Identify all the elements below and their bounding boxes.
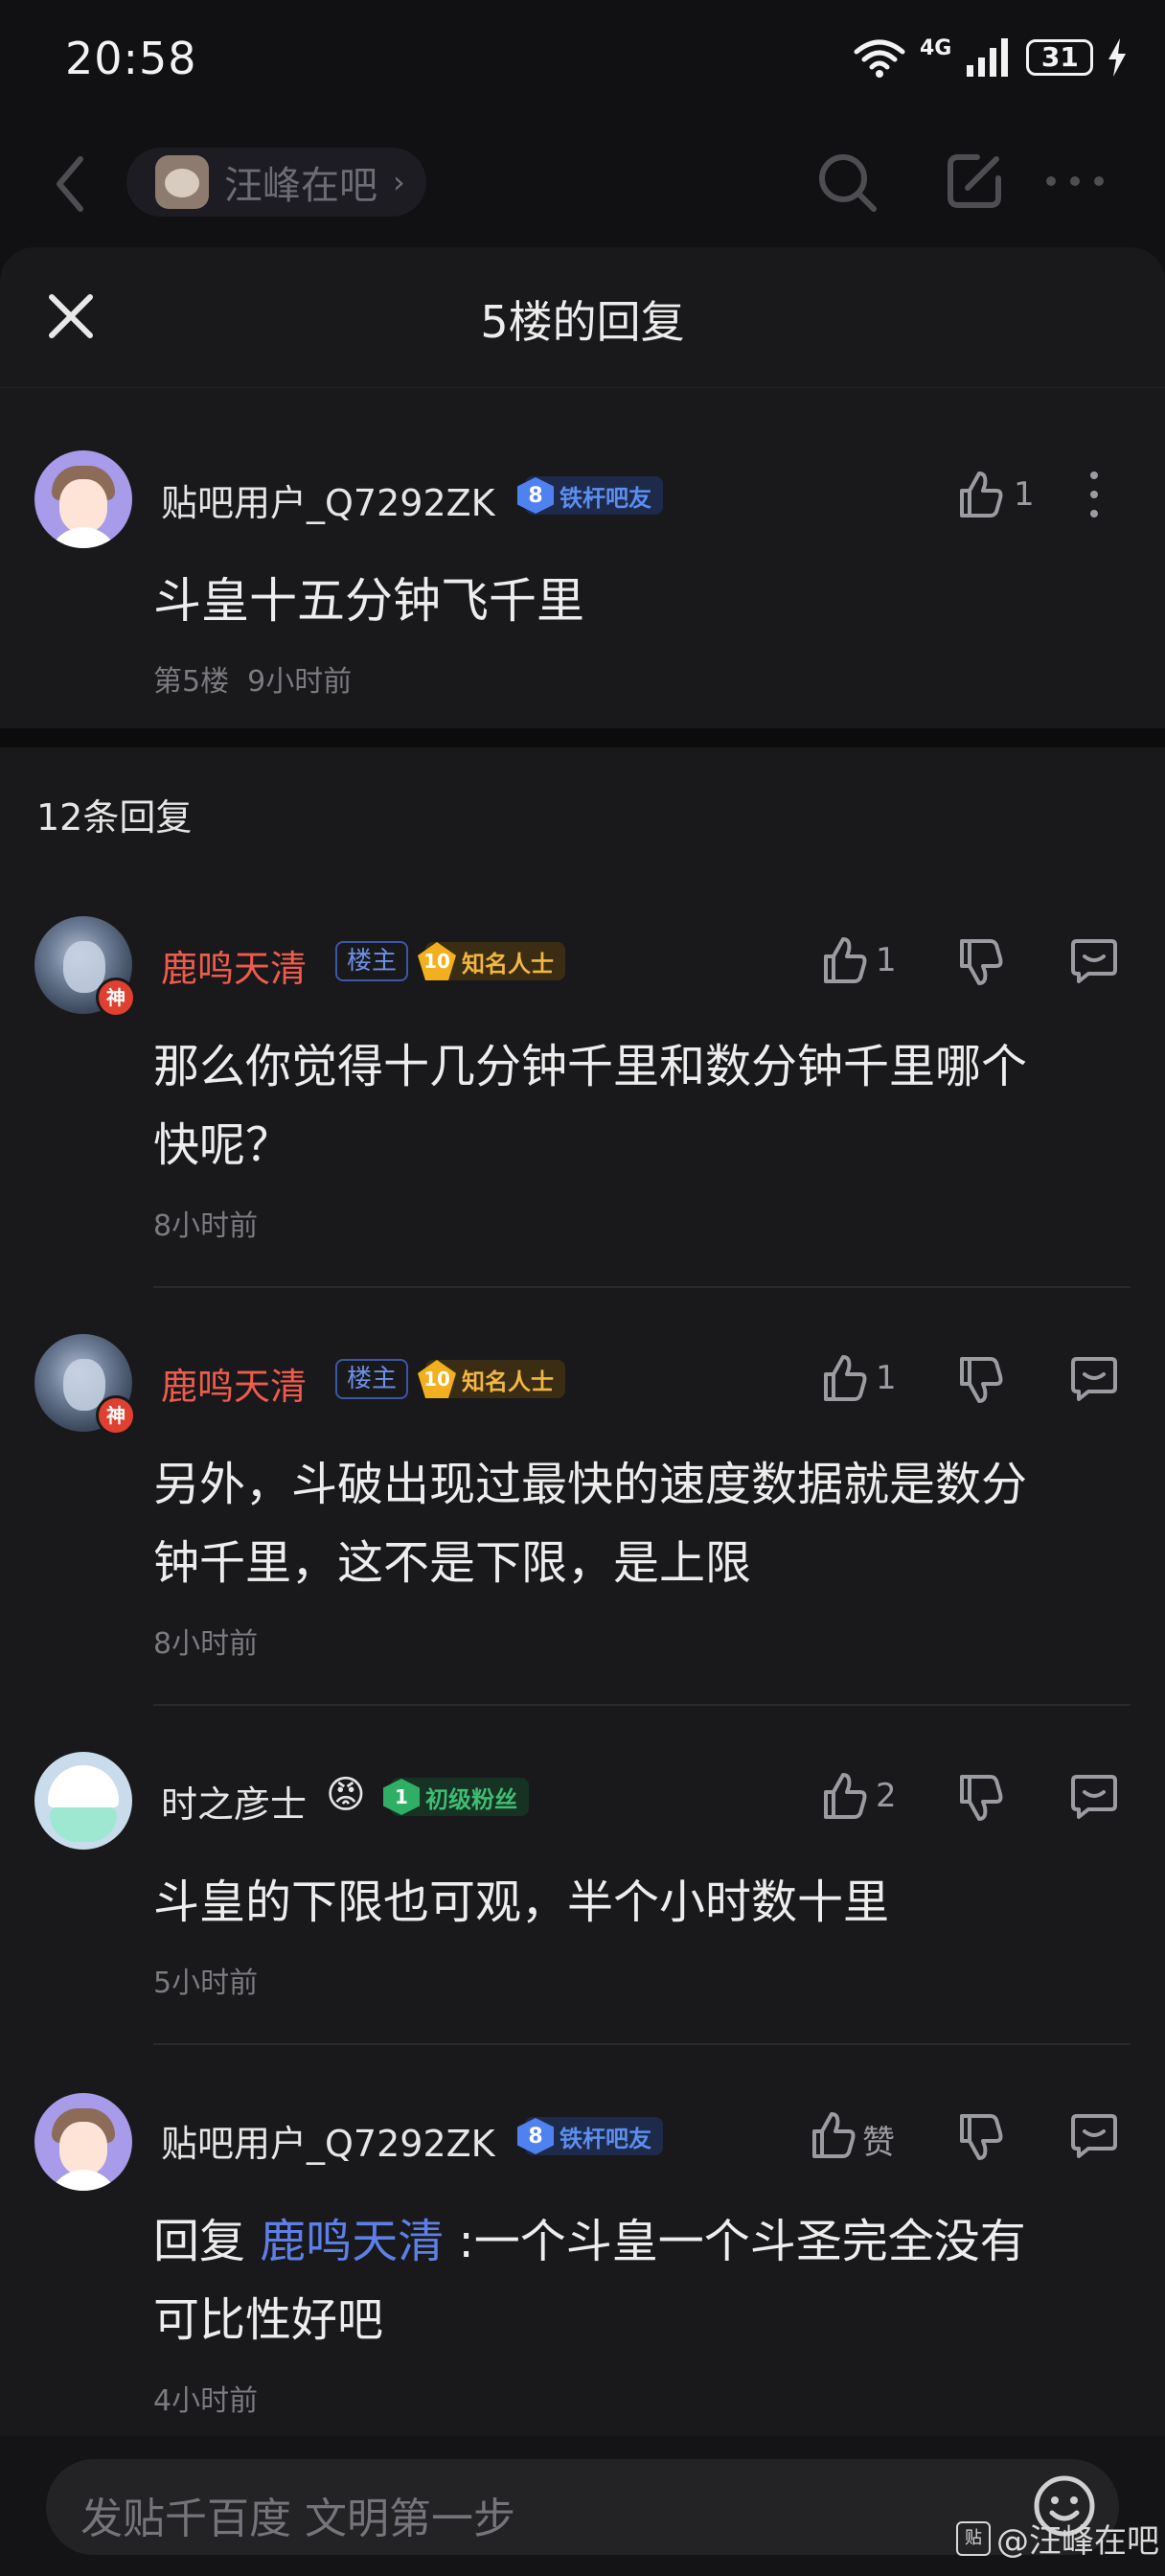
level-badge: 10 知名人士: [418, 1360, 565, 1398]
more-vertical-icon[interactable]: [1085, 470, 1104, 519]
edit-icon[interactable]: [945, 151, 1004, 211]
sheet-title: 5楼的回复: [480, 296, 685, 348]
avatar[interactable]: [34, 1752, 132, 1850]
like-count: 1: [876, 941, 897, 979]
like-count: 1: [876, 1359, 897, 1397]
divider: [153, 1704, 1131, 1706]
section-divider: [0, 728, 1165, 748]
reply-username[interactable]: 鹿鸣天清: [161, 939, 307, 992]
comment-icon[interactable]: [1069, 1355, 1119, 1403]
reply-content: 斗皇的下限也可观，半个小时数十里: [153, 1875, 890, 1929]
dislike-icon[interactable]: [958, 1773, 1004, 1823]
wifi-icon: [854, 39, 905, 78]
avatar[interactable]: [34, 450, 132, 548]
level-badge: 1 初级粉丝: [383, 1778, 529, 1816]
post-username[interactable]: 贴吧用户_Q7292ZK: [161, 473, 495, 526]
angry-emoji: 😡: [326, 1773, 366, 1817]
level-badge: 10 知名人士: [418, 942, 565, 980]
more-icon[interactable]: [1044, 174, 1106, 188]
reply-content: 回复 鹿鸣天清 :一个斗皇一个斗圣完全没有 可比性好吧: [153, 2215, 1026, 2347]
mention-link[interactable]: 鹿鸣天清: [260, 2215, 444, 2268]
god-badge: 神: [96, 978, 136, 1018]
dislike-icon[interactable]: [958, 2112, 1004, 2162]
like-icon[interactable]: [822, 1353, 868, 1403]
search-icon[interactable]: [816, 151, 879, 215]
dislike-icon[interactable]: [958, 1355, 1004, 1405]
like-icon[interactable]: [811, 2110, 857, 2160]
floor-label: 第5楼: [153, 665, 230, 699]
god-badge: 神: [96, 1395, 136, 1436]
reply-content: 另外，斗破出现过最快的速度数据就是数分 钟千里，这不是下限，是上限: [153, 1458, 1028, 1590]
like-icon[interactable]: [958, 470, 1004, 519]
reply-time: 5小时前: [153, 1966, 259, 2000]
charging-icon: [1108, 38, 1127, 77]
post-content: 斗皇十五分钟飞千里: [153, 573, 584, 629]
reply-time: 4小时前: [153, 2384, 259, 2418]
status-time: 20:58: [65, 33, 197, 84]
like-label: 赞: [862, 2124, 895, 2162]
reply-time: 8小时前: [153, 1209, 259, 1243]
op-badge: 楼主: [335, 941, 409, 981]
back-icon[interactable]: [52, 153, 86, 215]
forum-name: 汪峰在吧: [224, 164, 377, 208]
divider: [153, 1286, 1131, 1288]
chevron-right-icon: ›: [393, 164, 405, 200]
level-badge: 8 铁杆吧友: [517, 476, 663, 515]
avatar[interactable]: [34, 2093, 132, 2191]
comment-icon[interactable]: [1069, 1773, 1119, 1821]
reply-username[interactable]: 时之彦士: [161, 1775, 307, 1828]
reply-username[interactable]: 鹿鸣天清: [161, 1357, 307, 1410]
like-count: 1: [1014, 475, 1035, 514]
like-count: 2: [876, 1777, 897, 1815]
like-icon[interactable]: [822, 935, 868, 985]
network-type: 4G: [920, 35, 952, 60]
battery-indicator: 31: [1026, 39, 1094, 76]
post-time: 9小时前: [247, 665, 353, 699]
forum-pill[interactable]: 汪峰在吧 ›: [126, 148, 426, 217]
comment-icon[interactable]: [1069, 937, 1119, 985]
post-meta: 第5楼 9小时前: [153, 657, 352, 700]
comment-icon[interactable]: [1069, 2112, 1119, 2160]
like-icon[interactable]: [822, 1771, 868, 1821]
tieba-logo-icon: 贴: [956, 2520, 991, 2556]
op-badge: 楼主: [335, 1359, 409, 1399]
level-badge: 8 铁杆吧友: [517, 2117, 663, 2155]
reply-username[interactable]: 贴吧用户_Q7292ZK: [161, 2114, 495, 2167]
reply-content: 那么你觉得十几分钟千里和数分钟千里哪个 快呢？: [153, 1040, 1028, 1172]
reply-input-placeholder: 发贴千百度 文明第一步: [80, 2495, 515, 2543]
reply-time: 8小时前: [153, 1627, 259, 1661]
watermark: 贴 @汪峰在吧: [956, 2515, 1159, 2562]
replies-count: 12条回复: [36, 796, 193, 839]
status-icons: 4G 31: [853, 34, 1128, 80]
divider: [153, 2043, 1131, 2045]
dislike-icon[interactable]: [958, 937, 1004, 987]
signal-icon: [967, 38, 1009, 77]
forum-avatar: [155, 155, 209, 209]
